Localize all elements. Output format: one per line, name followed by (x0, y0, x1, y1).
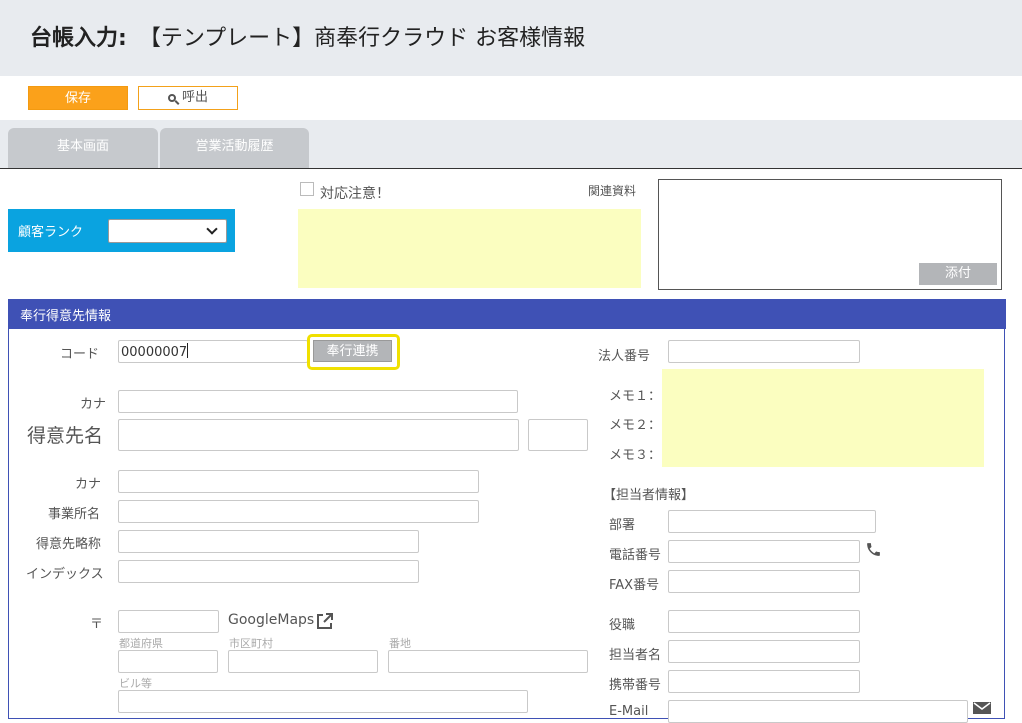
toolbar: 保存 呼出 (0, 76, 1022, 120)
person-input[interactable] (668, 640, 860, 663)
corp-number-label: 法人番号 (598, 349, 651, 364)
mail-icon[interactable] (973, 702, 991, 714)
phone-input[interactable] (668, 540, 860, 563)
customer-rank-label: 顧客ランク (18, 225, 84, 240)
page-title-text: 【テンプレート】商奉行クラウド お客様情報 (138, 26, 586, 51)
person-label: 担当者名 (609, 648, 662, 663)
attach-button[interactable]: 添付 (919, 263, 997, 285)
prefecture-hint: 都道府県 (119, 637, 163, 650)
memo3-label: メモ３： (609, 448, 662, 463)
code-value: 00000007 (121, 345, 188, 360)
page-title-prefix: 台帳入力: (30, 26, 127, 51)
related-docs-label: 関連資料 (588, 184, 637, 198)
memo3-input[interactable] (662, 428, 984, 467)
kana1-input[interactable] (118, 390, 518, 413)
tab-basic[interactable]: 基本画面 (8, 128, 158, 168)
address-input[interactable] (388, 650, 588, 673)
text-cursor (187, 343, 189, 358)
tab-sales-history[interactable]: 営業活動履歴 (160, 128, 309, 168)
tab-bar: 基本画面 営業活動履歴 (0, 120, 1022, 169)
email-label: E-Mail (609, 704, 649, 719)
memo2-label: メモ２： (609, 418, 662, 433)
contact-section-header: 【担当者情報】 (603, 488, 695, 503)
corp-number-input[interactable] (668, 340, 860, 363)
city-input[interactable] (228, 650, 378, 673)
chevron-down-icon (206, 223, 218, 235)
customer-name-suffix-input[interactable] (528, 419, 588, 451)
phone-icon[interactable] (865, 541, 882, 558)
save-button[interactable]: 保存 (28, 86, 128, 110)
postal-input[interactable] (118, 610, 219, 633)
postal-label: 〒 (90, 617, 104, 632)
kana1-label: カナ (80, 397, 107, 412)
related-docs-area[interactable]: 添付 (658, 179, 1002, 290)
section-title: 奉行得意先情報 (8, 299, 1006, 329)
address-hint: 番地 (389, 637, 411, 650)
call-button[interactable]: 呼出 (138, 86, 238, 110)
phone-label: 電話番号 (609, 548, 662, 563)
kana2-input[interactable] (118, 470, 479, 493)
customer-name-label: 得意先名 (27, 425, 104, 447)
page-title: 台帳入力: 【テンプレート】商奉行クラウド お客様情報 (30, 20, 585, 52)
mobile-label: 携帯番号 (609, 678, 662, 693)
city-hint: 市区町村 (229, 637, 273, 650)
office-label: 事業所名 (48, 507, 101, 522)
customer-rank-select[interactable] (108, 219, 227, 243)
memo1-label: メモ１： (609, 389, 662, 404)
memo1-input[interactable] (662, 369, 984, 398)
position-input[interactable] (668, 610, 860, 633)
dept-label: 部署 (609, 518, 636, 533)
caution-textarea[interactable] (298, 209, 641, 288)
googlemaps-label[interactable]: GoogleMaps (228, 612, 314, 628)
fax-input[interactable] (668, 570, 860, 593)
dept-input[interactable] (668, 510, 876, 533)
caution-label: 対応注意！ (320, 186, 390, 202)
bugyo-link-button[interactable]: 奉行連携 (313, 340, 392, 362)
fax-label: FAX番号 (609, 578, 660, 593)
prefecture-input[interactable] (118, 650, 218, 673)
index-input[interactable] (118, 560, 419, 583)
position-label: 役職 (609, 618, 636, 633)
office-input[interactable] (118, 500, 479, 523)
email-input[interactable] (668, 700, 968, 723)
short-name-input[interactable] (118, 530, 419, 553)
customer-name-input[interactable] (118, 419, 519, 451)
code-input[interactable]: 00000007 (118, 340, 308, 363)
code-label: コード (60, 347, 100, 362)
call-button-label: 呼出 (181, 90, 208, 105)
mobile-input[interactable] (668, 670, 860, 693)
external-link-icon[interactable] (316, 612, 334, 630)
short-name-label: 得意先略称 (36, 537, 102, 552)
memo2-input[interactable] (662, 398, 984, 428)
page-header: 台帳入力: 【テンプレート】商奉行クラウド お客様情報 (0, 0, 1022, 76)
customer-rank-panel: 顧客ランク (8, 209, 235, 252)
search-icon (167, 94, 176, 102)
building-hint: ビル等 (119, 677, 152, 690)
kana2-label: カナ (75, 477, 102, 492)
caution-checkbox[interactable] (300, 182, 314, 196)
index-label: インデックス (26, 567, 104, 582)
